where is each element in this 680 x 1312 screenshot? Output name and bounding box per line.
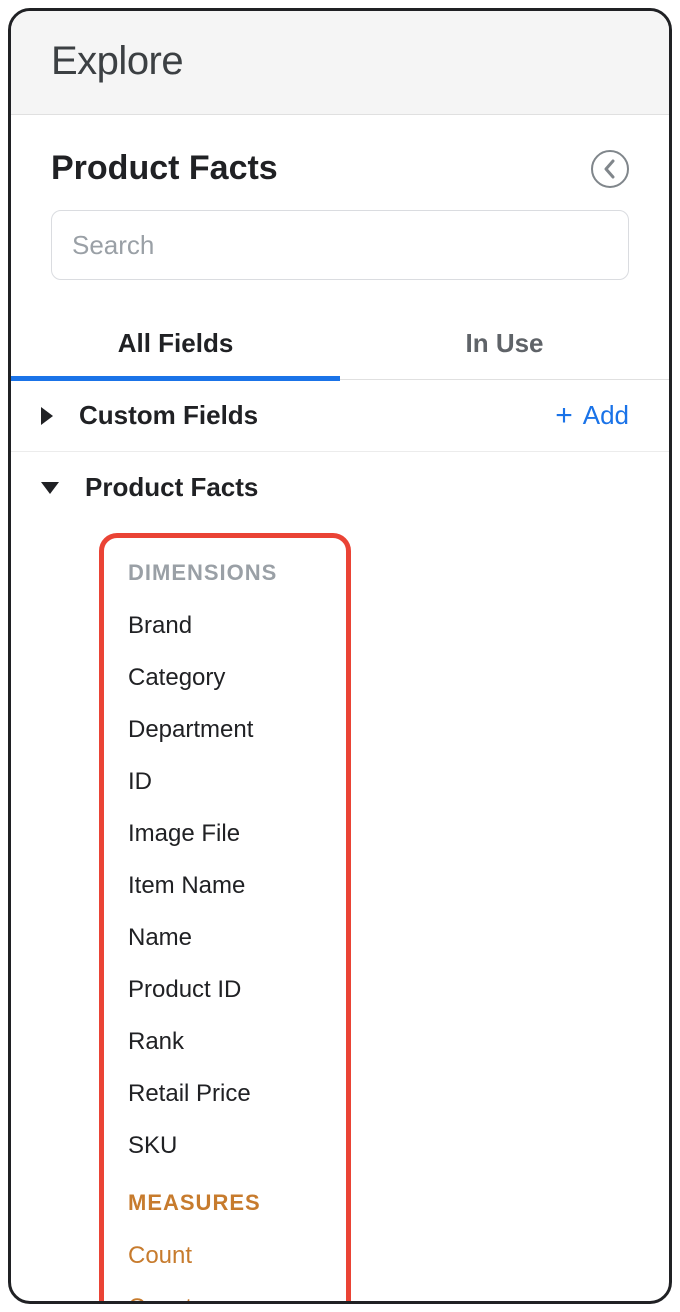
page-title: Explore <box>51 39 629 84</box>
explore-name: Product Facts <box>51 149 278 188</box>
dimension-field[interactable]: Brand <box>128 600 322 652</box>
dimension-field[interactable]: Retail Price <box>128 1068 322 1120</box>
field-list: Custom Fields + Add Product Facts DIMENS… <box>11 380 669 1304</box>
explore-window: Explore Product Facts All Fields In Use … <box>8 8 672 1304</box>
dimensions-header: DIMENSIONS <box>128 560 322 586</box>
dimension-field[interactable]: Product ID <box>128 964 322 1016</box>
search-wrap <box>51 210 629 306</box>
dimension-field[interactable]: Category <box>128 652 322 704</box>
dimension-field[interactable]: Item Name <box>128 860 322 912</box>
view-name-label: Product Facts <box>85 472 629 503</box>
dimension-field[interactable]: Department <box>128 704 322 756</box>
measure-field[interactable]: Count <box>128 1230 322 1282</box>
collapse-panel-button[interactable] <box>591 150 629 188</box>
search-input[interactable] <box>51 210 629 280</box>
measure-field[interactable]: Count <box>128 1282 322 1304</box>
dimension-field[interactable]: Rank <box>128 1016 322 1068</box>
tab-in-use[interactable]: In Use <box>340 306 669 379</box>
chevron-left-icon <box>603 159 617 179</box>
dimension-field[interactable]: Image File <box>128 808 322 860</box>
plus-icon: + <box>555 401 573 431</box>
section-head: Product Facts <box>51 149 629 188</box>
chevron-down-icon <box>41 482 59 494</box>
dimension-field[interactable]: ID <box>128 756 322 808</box>
tab-all-fields[interactable]: All Fields <box>11 306 340 379</box>
tabs: All Fields In Use <box>11 306 669 380</box>
fields-highlight-box: DIMENSIONS BrandCategoryDepartmentIDImag… <box>99 533 351 1304</box>
measures-header: MEASURES <box>128 1190 322 1216</box>
chevron-right-icon <box>41 407 53 425</box>
header: Explore <box>11 11 669 115</box>
custom-fields-label: Custom Fields <box>79 400 555 431</box>
custom-fields-row[interactable]: Custom Fields + Add <box>11 380 669 452</box>
add-label: Add <box>583 400 629 431</box>
view-product-facts-row[interactable]: Product Facts <box>11 452 669 523</box>
dimension-field[interactable]: Name <box>128 912 322 964</box>
field-picker-section: Product Facts <box>11 115 669 306</box>
add-custom-field-button[interactable]: + Add <box>555 400 629 431</box>
dimension-field[interactable]: SKU <box>128 1120 322 1172</box>
